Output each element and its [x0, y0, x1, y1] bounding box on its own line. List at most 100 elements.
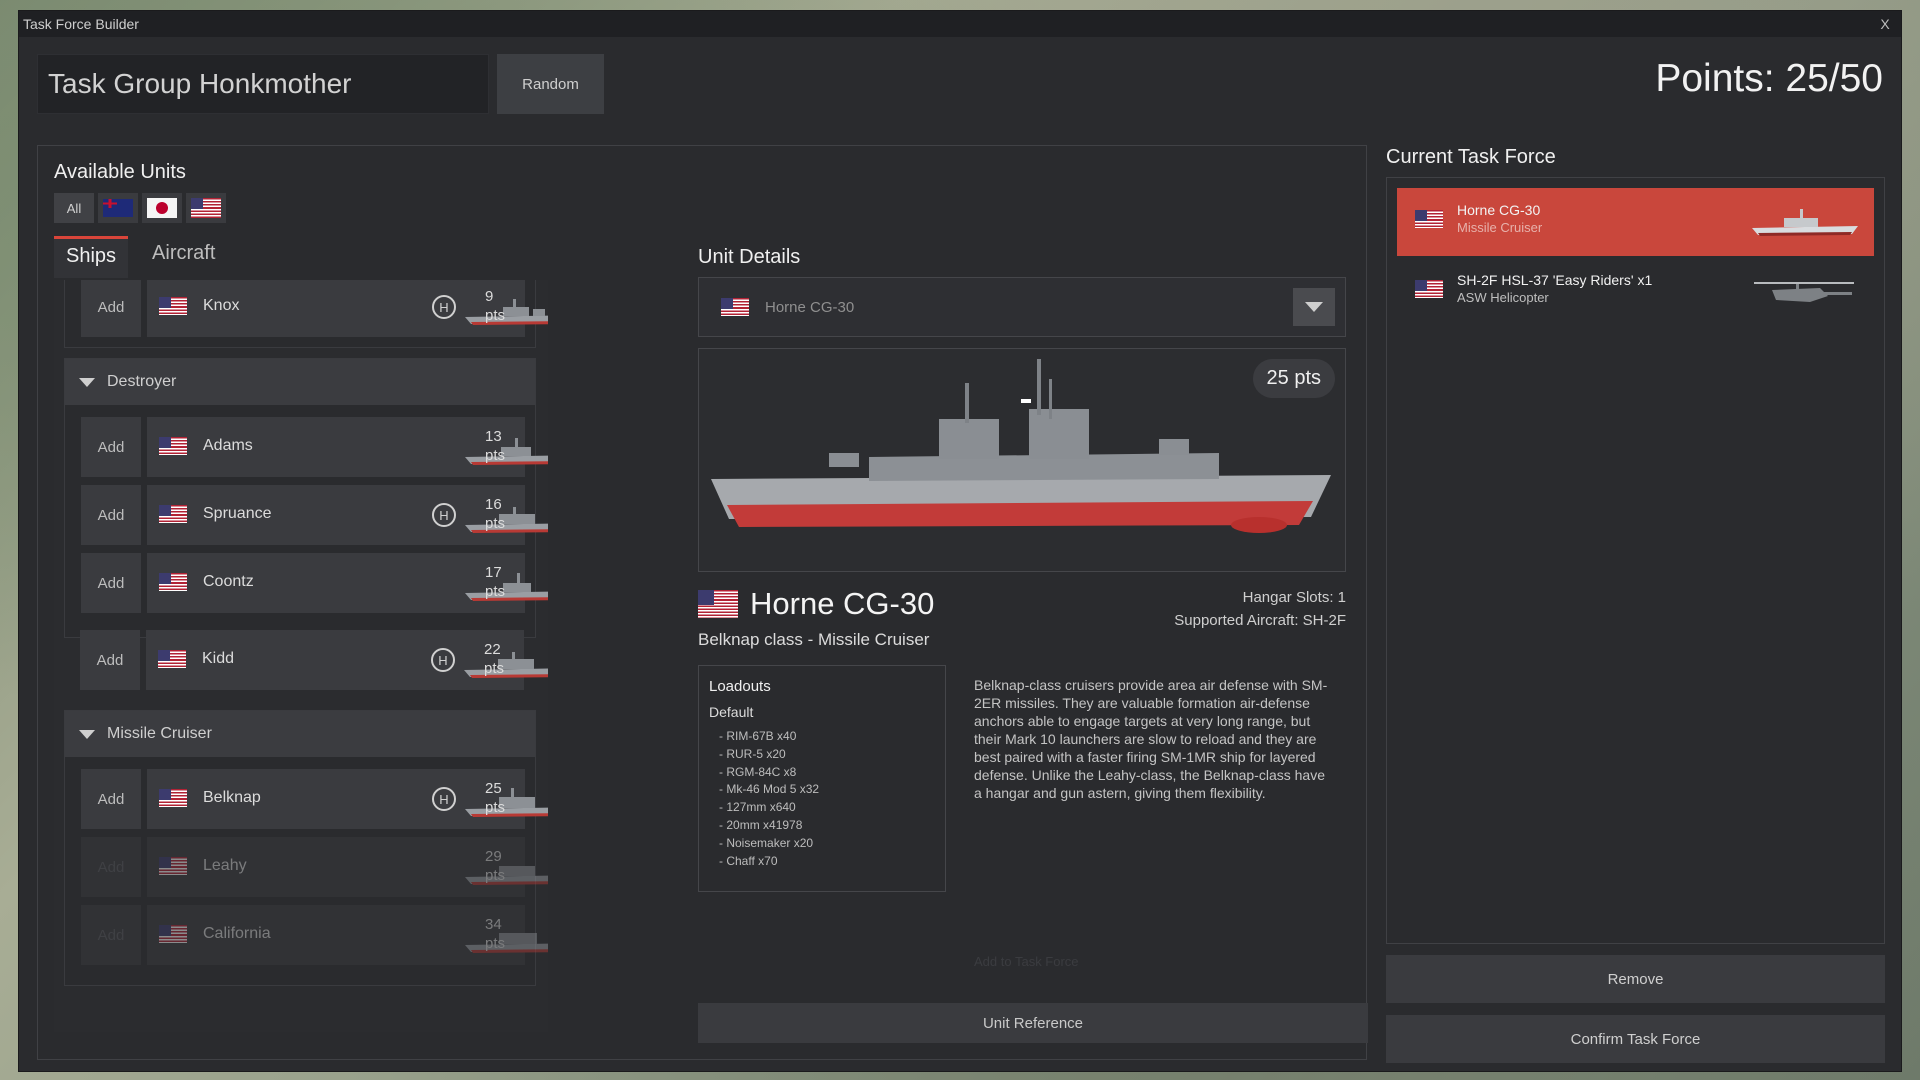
- group-header[interactable]: Destroyer: [65, 359, 535, 405]
- unit-card[interactable]: California 34 pts: [147, 905, 548, 965]
- helicopter-icon: H: [432, 787, 456, 811]
- points-readout: Points: 25/50: [1655, 57, 1883, 100]
- loadout-item: RGM-84C x8: [709, 764, 935, 782]
- task-group-name-input[interactable]: Task Group Honkmother: [37, 54, 489, 114]
- unit-list[interactable]: Add Knox H 9 pts Destroyer Add Adams 13 …: [54, 280, 548, 1032]
- list-item: Add Knox H 9 pts: [81, 280, 548, 337]
- task-force-item[interactable]: SH-2F HSL-37 'Easy Riders' x1 ASW Helicop…: [1397, 258, 1874, 326]
- window-title: Task Force Builder: [23, 16, 139, 32]
- add-button[interactable]: Add: [81, 553, 141, 613]
- unit-name: Spruance: [203, 505, 272, 522]
- filter-all-button[interactable]: All: [54, 193, 94, 223]
- selected-unit: Horne CG-30: [765, 298, 855, 316]
- add-button[interactable]: Add: [81, 485, 141, 545]
- unit-points: 25 pts: [485, 779, 505, 817]
- close-icon[interactable]: X: [1875, 14, 1895, 34]
- unit-name: Kidd: [202, 650, 235, 667]
- ship-title: Horne CG-30: [750, 586, 935, 621]
- jp-flag-icon: [147, 198, 177, 218]
- group-header[interactable]: Missile Cruiser: [65, 711, 535, 757]
- loadout-list: RIM-67B x40 RUR-5 x20 RGM-84C x8 Mk-46 M…: [709, 728, 935, 870]
- group-name: Destroyer: [107, 373, 177, 390]
- loadout-item: Noisemaker x20: [709, 835, 935, 853]
- unit-description: Belknap-class cruisers provide area air …: [974, 677, 1328, 801]
- points-value: 16: [485, 496, 502, 513]
- unit-group-destroyer: Destroyer Add Adams 13 pts Add Spruance …: [64, 358, 548, 638]
- tab-aircraft[interactable]: Aircraft: [140, 236, 227, 278]
- task-force-builder-window: Task Force Builder X Task Group Honkmoth…: [18, 10, 1902, 1072]
- unit-name: Belknap: [203, 789, 261, 806]
- unit-reference-button[interactable]: Unit Reference: [698, 1003, 1368, 1043]
- us-flag-icon: [159, 789, 187, 807]
- us-flag-icon: [159, 437, 187, 455]
- list-item: Add Adams 13 pts: [81, 417, 548, 477]
- confirm-task-force-button[interactable]: Confirm Task Force: [1386, 1015, 1885, 1063]
- us-flag-icon: [158, 650, 186, 668]
- unit-card[interactable]: Spruance H 16 pts: [147, 485, 548, 545]
- supported-aircraft: Supported Aircraft: SH-2F: [1174, 612, 1346, 629]
- points-unit: pts: [485, 515, 506, 532]
- au-flag-icon: [103, 199, 133, 217]
- unit-card[interactable]: Kidd H 22 pts: [146, 630, 548, 690]
- loadout-default[interactable]: Default: [709, 704, 935, 720]
- us-flag-icon: [191, 198, 221, 218]
- us-flag-icon: [1415, 280, 1443, 298]
- list-item: Add California 34 pts: [81, 905, 548, 965]
- points-unit: pts: [485, 447, 506, 464]
- loadouts-panel: Loadouts Default RIM-67B x40 RUR-5 x20 R…: [698, 665, 946, 892]
- unit-points: 22 pts: [484, 640, 504, 678]
- add-button[interactable]: Add: [81, 280, 141, 337]
- points-unit: pts: [485, 799, 506, 816]
- unit-name: Coontz: [203, 573, 254, 590]
- points-value: 22: [484, 641, 501, 658]
- collapse-icon: [79, 377, 95, 387]
- unit-card[interactable]: Leahy 29 pts: [147, 837, 548, 897]
- helicopter-icon: [1754, 282, 1854, 302]
- unit-card[interactable]: Belknap H 25 pts: [147, 769, 548, 829]
- random-button[interactable]: Random: [497, 54, 604, 114]
- aircraft-name: SH-2F HSL-37 'Easy Riders': [1457, 272, 1634, 288]
- title-bar: Task Force Builder X: [19, 11, 1901, 37]
- filter-japan-button[interactable]: [142, 193, 182, 223]
- ship-thumbnail-icon: [465, 299, 548, 325]
- unit-select-dropdown[interactable]: Horne CG-30: [698, 277, 1346, 337]
- task-force-item-type: Missile Cruiser: [1457, 220, 1543, 235]
- add-to-task-force-button[interactable]: Add to Task Force: [974, 954, 1079, 969]
- unit-details-title: Unit Details: [698, 246, 801, 268]
- task-force-item[interactable]: Horne CG-30 Missile Cruiser: [1397, 188, 1874, 256]
- add-button[interactable]: Add: [81, 417, 141, 477]
- group-name: Missile Cruiser: [107, 725, 212, 742]
- loadout-item: Chaff x70: [709, 853, 935, 871]
- loadout-item: RIM-67B x40: [709, 728, 935, 746]
- ship-thumbnail-icon: [465, 788, 548, 817]
- unit-points: 29 pts: [485, 847, 505, 885]
- ship-thumbnail-icon: [465, 866, 548, 885]
- loadout-item: RUR-5 x20: [709, 746, 935, 764]
- helicopter-icon: H: [431, 648, 455, 672]
- chevron-down-icon: [1305, 302, 1323, 312]
- unit-card[interactable]: Knox H 9 pts: [147, 280, 548, 337]
- points-value: 9: [485, 288, 494, 305]
- us-flag-icon: [159, 505, 187, 523]
- collapse-icon: [79, 729, 95, 739]
- filter-usa-button[interactable]: [186, 193, 226, 223]
- remove-button[interactable]: Remove: [1386, 955, 1885, 1003]
- us-flag-icon: [159, 857, 187, 875]
- task-force-item-name: Horne CG-30: [1457, 202, 1541, 218]
- helicopter-icon: H: [432, 295, 456, 319]
- unit-group-missile-cruiser: Missile Cruiser Add Belknap H 25 pts Add: [64, 710, 548, 986]
- us-flag-icon: [159, 573, 187, 591]
- loadout-item: 127mm x640: [709, 799, 935, 817]
- dropdown-button[interactable]: [1293, 288, 1335, 326]
- available-units-title: Available Units: [54, 161, 186, 183]
- add-button[interactable]: Add: [80, 630, 140, 690]
- filter-australia-button[interactable]: [98, 193, 138, 223]
- unit-card[interactable]: Coontz 17 pts: [147, 553, 548, 613]
- tab-ships[interactable]: Ships: [54, 236, 129, 278]
- add-button[interactable]: Add: [81, 769, 141, 829]
- unit-points: 13 pts: [485, 427, 505, 465]
- unit-card[interactable]: Adams 13 pts: [147, 417, 548, 477]
- list-item: Add Spruance H 16 pts: [81, 485, 548, 545]
- ship-class: Belknap class - Missile Cruiser: [698, 630, 930, 649]
- unit-name: California: [203, 925, 271, 942]
